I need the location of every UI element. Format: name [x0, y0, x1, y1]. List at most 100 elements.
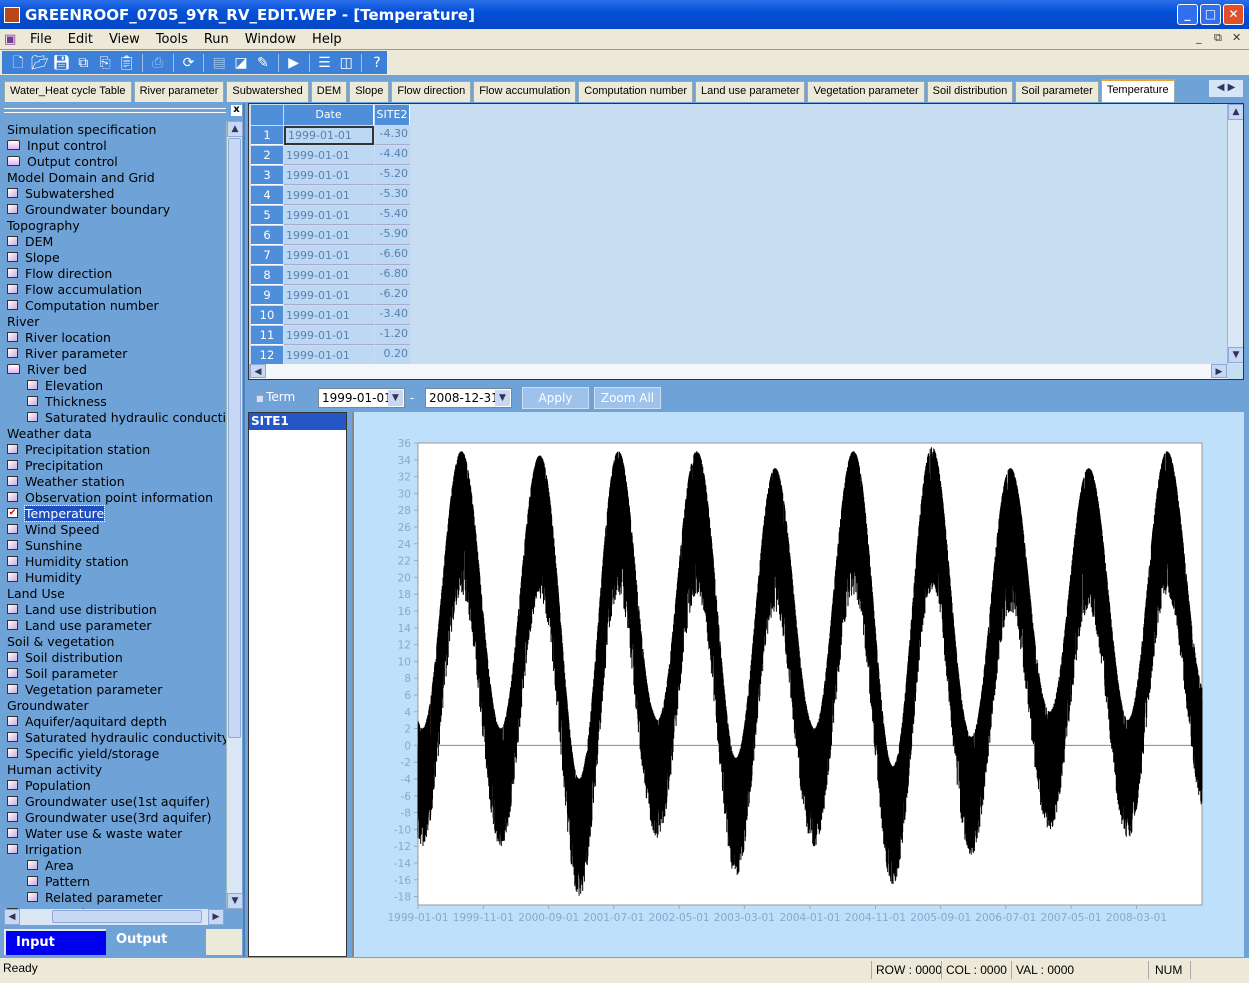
zoom-all-button[interactable]: Zoom All [594, 387, 661, 409]
value-cell[interactable]: -6.80 [375, 266, 410, 285]
date-cell[interactable]: 1999-01-01 00:00 [284, 126, 374, 157]
value-cell[interactable]: -5.30 [375, 186, 410, 205]
tab-subwatershed[interactable]: Subwatershed [226, 81, 309, 102]
tab-river-parameter[interactable]: River parameter [133, 81, 225, 102]
tab-computation-number[interactable]: Computation number [578, 81, 694, 102]
tree-item-soil-distribution[interactable]: Soil distribution [7, 649, 123, 665]
mdi-restore-button[interactable]: ⧉ [1214, 31, 1222, 45]
value-cell[interactable]: -4.40 [375, 146, 410, 165]
h-scroll-thumb[interactable] [52, 910, 202, 923]
tree-horizontal-scrollbar[interactable]: ◀ ▶ [4, 909, 224, 925]
start-date-select[interactable]: 1999-01-01 ▼ [318, 388, 405, 408]
row-number[interactable]: 4 [251, 186, 283, 205]
date-cell[interactable]: 1999-01-01 07:00 [284, 266, 374, 301]
tree-item-land-use-distribution[interactable]: Land use distribution [7, 601, 157, 617]
scroll-left-icon[interactable]: ◀ [4, 909, 20, 925]
tree-item-population[interactable]: Population [7, 777, 91, 793]
row-number[interactable]: 1 [251, 126, 283, 145]
tree-item-groundwater[interactable]: Groundwater [7, 697, 89, 713]
save-icon[interactable]: 💾︎ [52, 54, 72, 72]
tree-item-irrigation[interactable]: Irrigation [7, 841, 82, 857]
tree-item-temperature[interactable]: ✔ Temperature [7, 504, 106, 522]
value-cell[interactable]: -1.20 [375, 326, 410, 345]
close-panel-icon[interactable]: x [231, 105, 242, 116]
end-date-select[interactable]: 2008-12-31 ▼ [425, 388, 512, 408]
tab-flow-direction[interactable]: Flow direction [391, 81, 472, 102]
tree-item-area[interactable]: Area [27, 857, 74, 873]
close-button[interactable]: ✕ [1223, 4, 1244, 25]
site-list-item[interactable]: SITE1 [249, 413, 346, 430]
scroll-left-icon[interactable]: ◀ [250, 364, 266, 378]
tree-item-river-bed[interactable]: River bed [7, 361, 87, 377]
tree-item-simulation-specification[interactable]: Simulation specification [7, 121, 156, 137]
date-cell[interactable]: 1999-01-01 05:00 [284, 226, 374, 261]
value-cell[interactable]: -5.90 [375, 226, 410, 245]
refresh-icon[interactable]: ⟳ [179, 54, 199, 72]
value-cell[interactable]: -5.20 [375, 166, 410, 185]
tree-item-river-parameter[interactable]: River parameter [7, 345, 127, 361]
mdi-minimize-button[interactable]: _ [1196, 31, 1202, 44]
tab-land-use-parameter[interactable]: Land use parameter [695, 81, 806, 102]
scroll-up-icon[interactable]: ▲ [1228, 104, 1243, 120]
tree-item-vegetation-parameter[interactable]: Vegetation parameter [7, 681, 162, 697]
value-cell[interactable]: -4.30 [375, 126, 410, 145]
date-cell[interactable]: 1999-01-01 02:00 [284, 166, 374, 201]
tree-item-flow-accumulation[interactable]: Flow accumulation [7, 281, 142, 297]
chevron-down-icon[interactable]: ▼ [388, 390, 403, 406]
tab-flow-accumulation[interactable]: Flow accumulation [473, 81, 577, 102]
scroll-down-icon[interactable]: ▼ [1228, 347, 1243, 363]
save-all-icon[interactable]: ⧉ [73, 54, 93, 72]
row-number[interactable]: 11 [251, 326, 283, 345]
tab-water-heat-cycle-table[interactable]: Water_Heat cycle Table [4, 81, 132, 102]
tree-item-groundwater-boundary[interactable]: Groundwater boundary [7, 201, 170, 217]
tab-temperature[interactable]: Temperature [1100, 79, 1175, 102]
tree-item-weather-data[interactable]: Weather data [7, 425, 92, 441]
menu-tools[interactable]: Tools [148, 32, 196, 47]
tree-item-humidity-station[interactable]: Humidity station [7, 553, 129, 569]
tree-item-pattern[interactable]: Pattern [27, 873, 90, 889]
tree-item-output-control[interactable]: Output control [7, 153, 118, 169]
tab-soil-distribution[interactable]: Soil distribution [926, 81, 1014, 102]
tree-item-wind-speed[interactable]: Wind Speed [7, 521, 100, 537]
tab-vegetation-parameter[interactable]: Vegetation parameter [807, 81, 925, 102]
print-icon[interactable]: ⎙ [148, 54, 168, 72]
row-number[interactable]: 5 [251, 206, 283, 225]
date-cell[interactable]: 1999-01-01 04:00 [284, 206, 374, 241]
open-icon[interactable]: 📂︎ [30, 54, 50, 72]
menu-window[interactable]: Window [237, 32, 304, 47]
tab-scroll-arrows[interactable]: ◀ ▶ [1209, 80, 1243, 97]
tree-item-river-location[interactable]: River location [7, 329, 111, 345]
date-cell[interactable]: 1999-01-01 08:00 [284, 286, 374, 321]
tree-item-humidity[interactable]: Humidity [7, 569, 82, 585]
tree-item-river[interactable]: River [7, 313, 39, 329]
column-header-site[interactable]: SITE2 [375, 105, 410, 125]
rows-icon[interactable]: ☰ [314, 54, 334, 72]
maximize-button[interactable]: □ [1200, 4, 1221, 25]
row-number[interactable]: 3 [251, 166, 283, 185]
scroll-right-icon[interactable]: ▶ [208, 909, 224, 925]
value-cell[interactable]: -3.40 [375, 306, 410, 325]
tree-item-computation-number[interactable]: Computation number [7, 297, 159, 313]
tree-item-slope[interactable]: Slope [7, 249, 60, 265]
menu-run[interactable]: Run [196, 32, 237, 47]
tree-item-weather-station[interactable]: Weather station [7, 473, 125, 489]
minimize-button[interactable]: _ [1177, 4, 1198, 25]
tree-item-related-parameter[interactable]: Related parameter [27, 889, 162, 905]
tree-item-precipitation[interactable]: Precipitation [7, 457, 103, 473]
tree-item-topography[interactable]: Topography [7, 217, 80, 233]
tree-item-land-use-parameter[interactable]: Land use parameter [7, 617, 152, 633]
tree-item-elevation[interactable]: Elevation [27, 377, 103, 393]
row-number[interactable]: 7 [251, 246, 283, 265]
chart-icon[interactable]: ◪ [231, 54, 251, 72]
tab-soil-parameter[interactable]: Soil parameter [1015, 81, 1099, 102]
tree-item-water-use-waste-water[interactable]: Water use & waste water [7, 825, 182, 841]
tree-item-sunshine[interactable]: Sunshine [7, 537, 82, 553]
value-cell[interactable]: -6.60 [375, 246, 410, 265]
menu-file[interactable]: File [22, 32, 60, 47]
pen-icon[interactable]: ✎ [253, 54, 273, 72]
tree-item-saturated-hydraulic-conductivity[interactable]: Saturated hydraulic conductivity [7, 729, 226, 745]
tree-vertical-scrollbar[interactable]: ▲ ▼ [226, 121, 243, 909]
tree-item-human-activity[interactable]: Human activity [7, 761, 102, 777]
date-cell[interactable]: 1999-01-01 11:00 [284, 346, 374, 379]
mdi-close-button[interactable]: ✕ [1232, 31, 1241, 44]
